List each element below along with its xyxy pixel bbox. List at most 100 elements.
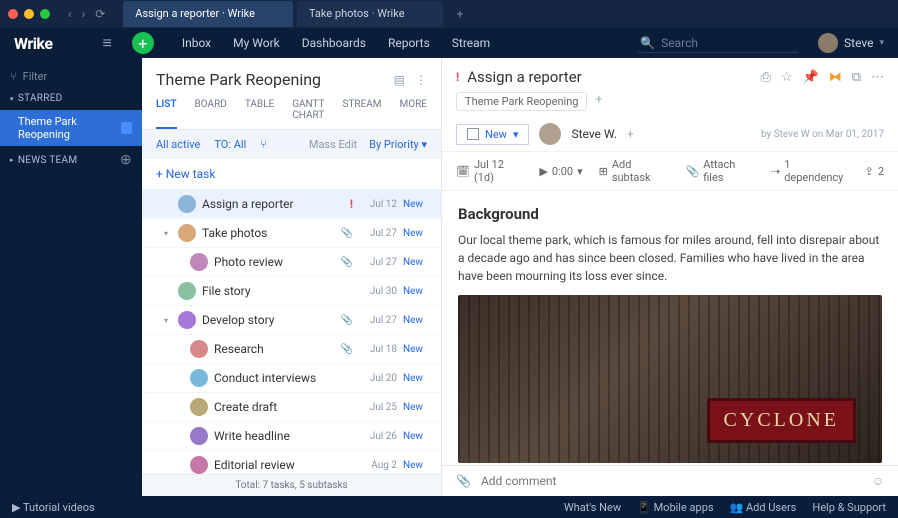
view-tabs: LIST BOARD TABLE GANTT CHART STREAM MORE <box>142 89 441 130</box>
tab-gantt[interactable]: GANTT CHART <box>292 99 324 129</box>
task-name: Create draft <box>214 400 353 414</box>
sort-priority[interactable]: By Priority ▾ <box>369 138 427 151</box>
tab-table[interactable]: TABLE <box>245 99 274 129</box>
nav-inbox[interactable]: Inbox <box>182 36 211 50</box>
add-users[interactable]: 👥 Add Users <box>730 501 797 514</box>
print-icon[interactable]: ⎙ <box>760 70 770 85</box>
folder-chip[interactable]: Theme Park Reopening <box>456 92 587 111</box>
task-row[interactable]: Research📎Jul 18New <box>142 335 441 364</box>
task-avatar <box>178 282 196 300</box>
more-icon[interactable]: ⋯ <box>871 70 884 85</box>
forward-icon[interactable]: › <box>82 7 86 21</box>
attach-button[interactable]: 📎 Attach files <box>686 158 755 184</box>
detail-folders: Theme Park Reopening + <box>442 86 898 117</box>
filter-to[interactable]: TO: All <box>214 138 246 151</box>
back-icon[interactable]: ‹ <box>68 7 72 21</box>
date-chip[interactable]: 🗓Jul 12 (1d) <box>456 158 523 184</box>
priority-icon[interactable]: ! <box>456 70 459 84</box>
expand-icon[interactable]: ▾ <box>164 229 172 238</box>
task-name: Assign a reporter <box>202 197 344 211</box>
filter-all-active[interactable]: All active <box>156 138 200 151</box>
add-assignee-button[interactable]: + <box>627 127 634 141</box>
search-icon: 🔍 <box>640 36 655 50</box>
task-row[interactable]: ▾Develop story📎Jul 27New <box>142 306 441 335</box>
nav-dashboards[interactable]: Dashboards <box>302 36 366 50</box>
archive-icon[interactable]: ▤ <box>394 73 405 87</box>
priority-icon: ! <box>350 197 353 211</box>
nav-reports[interactable]: Reports <box>388 36 430 50</box>
mass-edit[interactable]: Mass Edit <box>309 138 357 151</box>
detail-body[interactable]: Background Our local theme park, which i… <box>442 191 898 465</box>
add-folder-button[interactable]: + <box>595 92 602 111</box>
task-row[interactable]: Conduct interviewsJul 20New <box>142 364 441 393</box>
task-row[interactable]: Editorial reviewAug 2New <box>142 451 441 474</box>
task-row[interactable]: Photo review📎Jul 27New <box>142 248 441 277</box>
comment-input[interactable] <box>481 474 862 488</box>
expand-icon[interactable]: ▾ <box>164 316 172 325</box>
assignee-avatar[interactable] <box>539 123 561 145</box>
image-sign-text: CYCLONE <box>707 398 856 443</box>
minimize-window[interactable] <box>24 9 34 19</box>
time-tracker[interactable]: ▶ 0:00 ▾ <box>539 165 582 178</box>
task-panel: Theme Park Reopening ▤ ⋮ LIST BOARD TABL… <box>142 58 442 496</box>
help-support[interactable]: Help & Support <box>812 501 886 514</box>
nav-mywork[interactable]: My Work <box>233 36 280 50</box>
task-avatar <box>190 427 208 445</box>
add-subtask-button[interactable]: ⊞ Add subtask <box>599 158 670 184</box>
close-window[interactable] <box>8 9 18 19</box>
tab-board[interactable]: BOARD <box>195 99 227 129</box>
task-row[interactable]: ▾Take photos📎Jul 27New <box>142 219 441 248</box>
emoji-icon[interactable]: ☺ <box>872 474 884 488</box>
link-icon[interactable]: ⧉ <box>852 70 861 85</box>
refresh-icon[interactable]: ⟳ <box>95 7 105 21</box>
sidebar-item-theme-park[interactable]: Theme Park Reopening <box>0 110 142 146</box>
tab-list[interactable]: LIST <box>156 99 177 129</box>
add-item-button[interactable]: ⊕ <box>120 152 132 168</box>
task-row[interactable]: Create draftJul 25New <box>142 393 441 422</box>
attached-image[interactable]: CYCLONE <box>458 295 882 463</box>
search-box[interactable]: 🔍 Search <box>638 34 798 53</box>
share-button[interactable]: ⇪ 2 <box>865 165 884 178</box>
logo[interactable]: Wrike <box>14 34 52 53</box>
maximize-window[interactable] <box>40 9 50 19</box>
comment-box: 📎 ☺ <box>442 465 898 496</box>
more-icon[interactable]: ⋮ <box>415 73 427 87</box>
window-tab[interactable]: Take photos · Wrike <box>297 1 443 27</box>
task-row[interactable]: Write headlineJul 26New <box>142 422 441 451</box>
new-tab-button[interactable]: + <box>447 1 474 27</box>
mobile-apps[interactable]: 📱 Mobile apps <box>637 501 713 514</box>
star-icon[interactable]: ☆ <box>781 70 793 85</box>
sidebar-section-newsteam[interactable]: ▸NEWS TEAM ⊕ <box>0 146 142 174</box>
user-menu[interactable]: Steve ▾ <box>818 33 884 53</box>
sidebar-filter[interactable]: ⑂ Filter <box>0 66 142 87</box>
dependency-button[interactable]: ⇢ 1 dependency <box>771 158 849 184</box>
attachment-icon: 📎 <box>341 257 353 268</box>
detail-toolbar: 🗓Jul 12 (1d) ▶ 0:00 ▾ ⊞ Add subtask 📎 At… <box>442 151 898 191</box>
create-button[interactable]: + <box>132 32 154 54</box>
attachment-icon[interactable]: 📎 <box>456 474 471 488</box>
nav-stream[interactable]: Stream <box>452 36 490 50</box>
assignee-name[interactable]: Steve W. <box>571 127 617 141</box>
project-header: Theme Park Reopening ▤ ⋮ <box>142 58 441 89</box>
menu-icon[interactable]: ≡ <box>102 33 111 53</box>
task-date: Jul 27 <box>359 228 397 239</box>
tab-more[interactable]: MORE <box>400 99 427 129</box>
whats-new[interactable]: What's New <box>564 501 621 514</box>
task-row[interactable]: Assign a reporter!Jul 12New <box>142 190 441 219</box>
rss-icon[interactable]: ⧓ <box>829 70 842 85</box>
window-tab[interactable]: Assign a reporter · Wrike <box>123 1 293 27</box>
sidebar-section-starred[interactable]: ▾ STARRED <box>0 87 142 110</box>
task-status: New <box>403 373 433 384</box>
status-dropdown[interactable]: New ▾ <box>456 124 529 145</box>
task-status: New <box>403 286 433 297</box>
tutorial-videos[interactable]: ▶ Tutorial videos <box>12 501 95 514</box>
detail-title[interactable]: Assign a reporter <box>467 68 752 86</box>
task-date: Jul 27 <box>359 257 397 268</box>
task-row[interactable]: File storyJul 30New <box>142 277 441 306</box>
pin-icon[interactable]: 📌 <box>803 70 819 85</box>
filter-icon[interactable]: ⑂ <box>260 138 267 151</box>
tab-stream[interactable]: STREAM <box>343 99 382 129</box>
byline: by Steve W on Mar 01, 2017 <box>761 129 884 140</box>
section-label: STARRED <box>18 93 63 104</box>
new-task-button[interactable]: + New task <box>142 159 441 190</box>
